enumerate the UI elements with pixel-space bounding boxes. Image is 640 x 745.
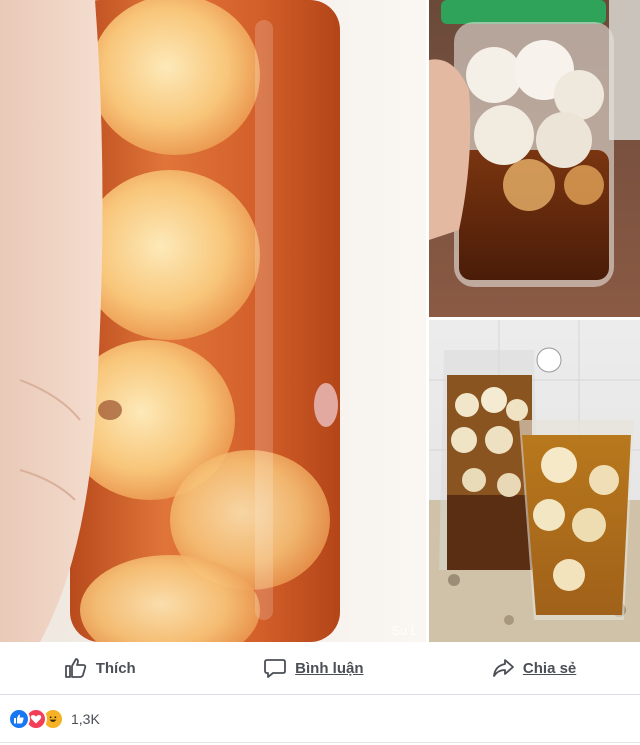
- main-photo[interactable]: Su L: [0, 0, 426, 642]
- lychee-jar-image: [429, 0, 640, 317]
- photo-grid: Su L: [0, 0, 640, 642]
- reactions-summary[interactable]: 1,3K: [8, 707, 100, 731]
- reaction-count: 1,3K: [71, 711, 100, 727]
- like-button[interactable]: Thích: [64, 656, 136, 680]
- share-icon: [491, 656, 515, 680]
- like-reaction-icon: [8, 708, 30, 730]
- comment-icon: [263, 656, 287, 680]
- post-action-bar: Thích Bình luận Chia sẻ: [0, 642, 640, 695]
- lychee-pitcher-glass-image: [429, 320, 640, 642]
- photo-watermark: Su L: [391, 623, 418, 638]
- share-button[interactable]: Chia sẻ: [491, 656, 576, 680]
- comment-button-label: Bình luận: [295, 659, 364, 677]
- comment-button[interactable]: Bình luận: [263, 656, 363, 680]
- like-button-label: Thích: [95, 659, 136, 677]
- divider: [0, 742, 640, 743]
- top-right-photo[interactable]: [429, 0, 640, 317]
- bottom-right-photo[interactable]: [429, 320, 640, 642]
- lychee-tea-bottle-image: [0, 0, 426, 642]
- share-button-label: Chia sẻ: [522, 659, 577, 677]
- thumbs-up-icon: [64, 656, 88, 680]
